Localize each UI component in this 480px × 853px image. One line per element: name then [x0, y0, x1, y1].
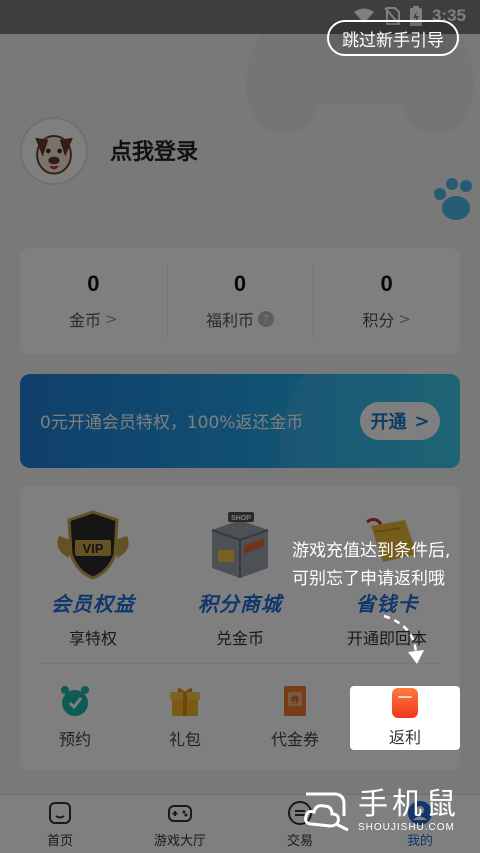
- watermark-brand: 手机鼠: [358, 786, 460, 822]
- rebate-icon: [392, 688, 418, 718]
- skip-guide-button[interactable]: 跳过新手引导: [327, 20, 459, 56]
- cloud-logo-icon: [304, 792, 349, 832]
- grid-label: 返利: [388, 728, 421, 747]
- grid-item-rebate[interactable]: 返利: [350, 686, 460, 750]
- dashed-arrow-icon: [383, 614, 424, 664]
- watermark-url: SHOUJISHU.COM: [358, 821, 455, 833]
- watermark: 手机鼠 SHOUJISHU.COM: [300, 780, 470, 840]
- guide-tip: 游戏充值达到条件后, 可别忘了申请返利哦: [292, 537, 472, 593]
- guide-tip-line: 可别忘了申请返利哦: [292, 569, 445, 589]
- guide-tip-line: 游戏充值达到条件后,: [292, 541, 451, 561]
